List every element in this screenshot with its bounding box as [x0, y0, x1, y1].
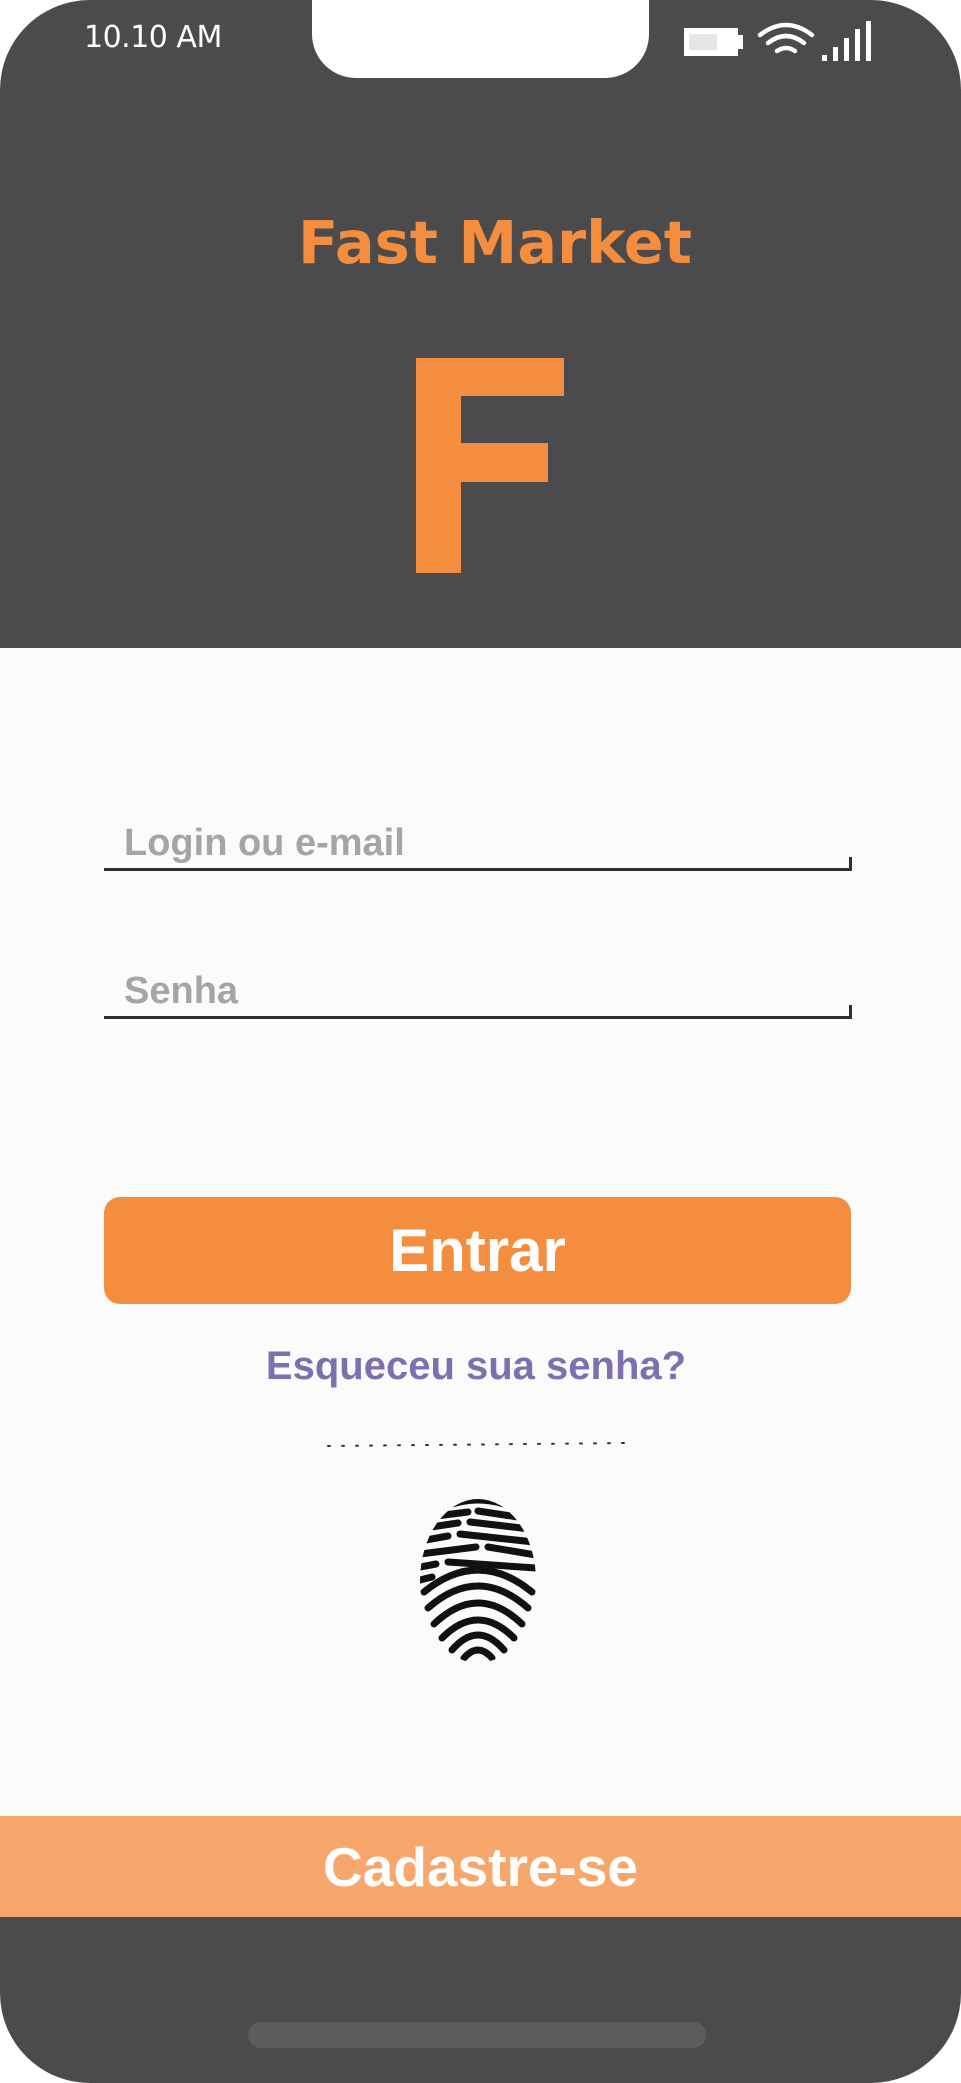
signup-button[interactable]: Cadastre-se — [0, 1816, 961, 1917]
battery-icon — [684, 28, 743, 56]
login-input[interactable] — [104, 819, 852, 867]
wifi-icon — [757, 22, 815, 54]
fingerprint-icon[interactable] — [418, 1496, 538, 1666]
notch — [312, 0, 649, 78]
status-icons — [682, 18, 882, 67]
login-field — [104, 819, 852, 871]
brand-logo — [416, 358, 564, 573]
status-time: 10.10 AM — [84, 20, 222, 55]
login-underline — [104, 868, 852, 871]
password-input[interactable] — [104, 967, 852, 1015]
phone-frame: 10.10 AM Fast Market Login ou e-mail Ent… — [0, 0, 961, 2083]
login-button[interactable]: Entrar — [104, 1197, 851, 1304]
home-indicator — [248, 2022, 706, 2048]
password-underline — [104, 1016, 852, 1019]
signal-icon — [822, 21, 871, 61]
app-title: Fast Market — [297, 208, 692, 277]
dotted-divider — [327, 1442, 629, 1447]
password-field — [104, 967, 852, 1019]
forgot-password-link[interactable]: Esqueceu sua senha? — [0, 1344, 952, 1389]
